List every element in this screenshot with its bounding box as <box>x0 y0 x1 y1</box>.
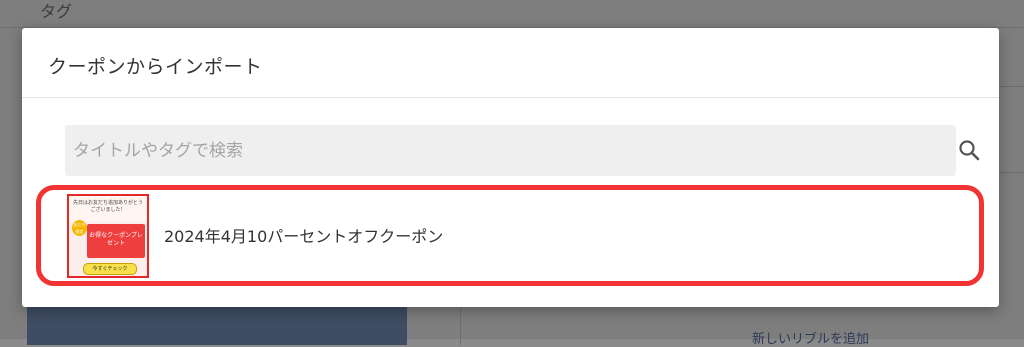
add-rich-link: 新しいリブルを追加 <box>752 332 870 347</box>
coupon-title: 2024年4月10パーセントオフクーポン <box>164 227 444 246</box>
dialog-title: クーポンからインポート <box>48 56 263 78</box>
tag-section-label: タグ <box>40 2 73 21</box>
thumbnail-card-title: お得なクーポンプレゼント <box>89 232 143 247</box>
search-bar <box>65 125 980 176</box>
divider <box>1000 86 1024 87</box>
coupon-thumbnail: 先日はお友だち追加ありがとうございました！ 友だち限定 お得なクーポンプレゼント… <box>67 194 149 278</box>
dialog-header: クーポンからインポート <box>22 28 999 98</box>
list-item-coupon[interactable]: 先日はお友だち追加ありがとうございました！ 友だち限定 お得なクーポンプレゼント… <box>36 185 984 286</box>
thumbnail-card: お得なクーポンプレゼント <box>87 224 145 258</box>
divider <box>1000 172 1024 173</box>
search-icon[interactable] <box>957 138 981 162</box>
thumbnail-badge: 友だち限定 <box>72 220 87 236</box>
search-input[interactable] <box>65 125 905 176</box>
thumbnail-heading: 先日はお友だち追加ありがとうございました！ <box>73 200 144 213</box>
import-coupon-dialog: クーポンからインポート 先日はお友だち追加ありがとうございました！ 友だち限定 … <box>22 28 999 307</box>
thumbnail-button: 今すぐチェック <box>83 263 137 275</box>
